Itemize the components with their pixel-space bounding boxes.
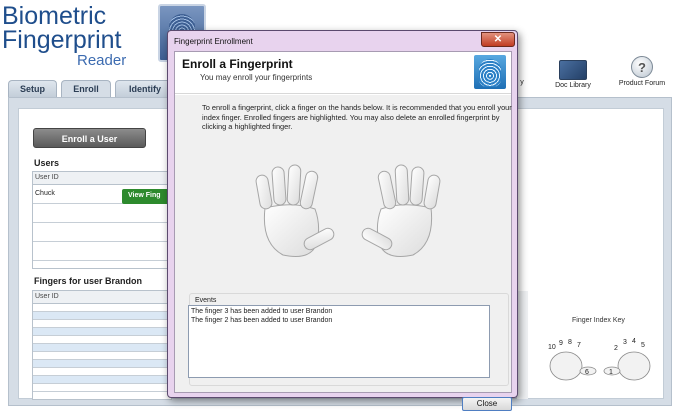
users-section-title: Users [34,158,60,168]
right-ring-finger[interactable] [409,166,425,206]
table-row[interactable] [33,312,171,320]
fingerprint-enrollment-dialog: Fingerprint Enrollment ✕ Enroll a Finger… [167,30,518,411]
dialog-content: To enroll a fingerprint, click a finger … [175,95,512,411]
events-label: Events [195,297,217,304]
index-label-3: 3 [623,339,627,346]
finger-index-key-diagram: 10 9 8 7 6 1 2 3 4 5 [548,338,651,381]
list-item: The finger 3 has been added to user Bran… [191,308,333,315]
index-label-2: 2 [614,345,618,352]
enroll-user-button[interactable]: Enroll a User [33,128,146,148]
fingers-table[interactable]: User ID [32,290,172,400]
logo-text-fingerprint: Fingerprint [2,26,122,54]
users-table[interactable]: User ID Chuck View Fing [32,171,182,269]
table-row[interactable] [33,376,171,384]
doc-library-label: Doc Library [555,82,591,89]
user-id-cell: Chuck [35,190,55,197]
index-label-1: 1 [609,369,613,376]
index-label-9: 9 [559,340,563,347]
users-table-header: User ID [33,172,171,185]
fingers-title-user: Brandon [105,276,143,286]
fingerprint-icon [474,55,506,89]
dialog-header: Enroll a Fingerprint You may enroll your… [175,52,511,94]
finger-index-key-title: Finger Index Key [572,317,625,324]
dialog-subheading: You may enroll your fingerprints [200,73,313,82]
table-row[interactable] [33,368,171,376]
product-forum-label: Product Forum [618,80,666,87]
tab-setup[interactable]: Setup [8,80,57,97]
right-index-finger[interactable] [377,170,397,210]
fingers-title-prefix: Fingers for user [34,276,103,286]
events-list[interactable]: The finger 3 has been added to user Bran… [188,305,490,378]
left-index-finger[interactable] [299,170,319,210]
table-row[interactable] [33,336,171,344]
table-row[interactable] [33,384,171,392]
index-label-10: 10 [548,344,556,351]
table-row[interactable] [33,344,171,352]
hands-selector [255,164,441,257]
logo-text-reader: Reader [77,52,127,69]
book-icon [559,60,587,80]
doc-library-button[interactable]: Doc Library [550,60,596,89]
index-label-8: 8 [568,339,572,346]
table-row[interactable] [33,352,171,360]
right-pinky-finger[interactable] [423,174,441,210]
tab-enroll[interactable]: Enroll [61,80,111,98]
table-row[interactable] [33,328,171,336]
tab-identify[interactable]: Identify [115,80,175,97]
fingers-table-header: User ID [33,291,171,304]
table-row[interactable] [33,242,171,261]
table-row[interactable] [33,360,171,368]
index-label-7: 7 [577,342,581,349]
index-label-5: 5 [641,342,645,349]
dialog-body: Enroll a Fingerprint You may enroll your… [174,51,512,411]
close-button[interactable]: Close [462,397,512,411]
table-row[interactable] [33,304,171,312]
left-middle-finger[interactable] [286,164,302,206]
dialog-heading: Enroll a Fingerprint [182,57,293,71]
left-pinky-finger[interactable] [255,174,273,210]
list-item: The finger 2 has been added to user Bran… [191,317,333,324]
left-ring-finger[interactable] [271,166,287,206]
fingers-section-title: Fingers for user Brandon [34,276,142,286]
table-row[interactable] [33,320,171,328]
product-forum-button[interactable]: ? Product Forum [613,56,671,87]
toolbar-partial-label[interactable]: y [518,79,526,86]
right-middle-finger[interactable] [394,164,410,206]
question-icon: ? [631,56,653,78]
enroll-instructions: To enroll a fingerprint, click a finger … [202,103,512,131]
dialog-close-x-button[interactable]: ✕ [481,32,515,47]
index-label-4: 4 [632,338,636,345]
dialog-window-title: Fingerprint Enrollment [174,37,253,46]
table-row[interactable] [33,204,171,223]
index-label-6: 6 [585,369,589,376]
table-row[interactable] [33,223,171,242]
